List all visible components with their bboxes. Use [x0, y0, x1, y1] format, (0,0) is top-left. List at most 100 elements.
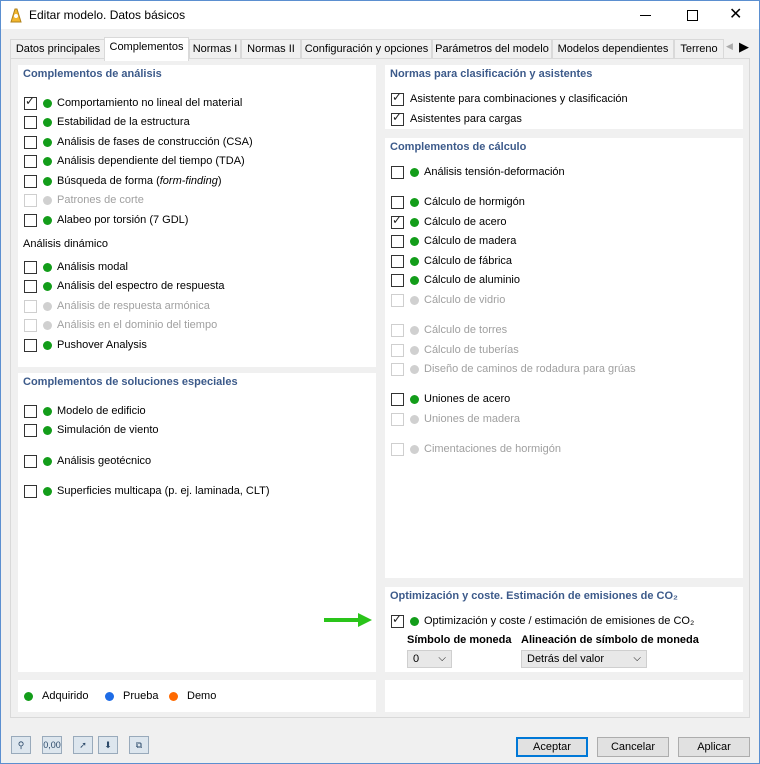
checkbox[interactable]: ✓: [391, 213, 404, 229]
checkbox[interactable]: ✓: [24, 94, 37, 110]
optimization-checkbox[interactable]: ✓: [391, 612, 404, 628]
checkbox-label: Uniones de acero: [424, 393, 511, 405]
status-dot-icon: [410, 345, 419, 355]
checkbox-row[interactable]: ✓ Asistente para combinaciones y clasific…: [391, 90, 628, 107]
checkbox-row: Análisis de respuesta armónica: [24, 298, 210, 314]
checkbox[interactable]: [391, 195, 404, 209]
checkbox[interactable]: [391, 254, 404, 268]
dialog-window: Editar modelo. Datos básicos ✕ Datos pri…: [0, 0, 760, 764]
tab-modelos-dependientes[interactable]: Modelos dependientes: [552, 39, 674, 59]
import-icon[interactable]: ⬇: [98, 736, 118, 754]
checkbox[interactable]: [24, 454, 37, 468]
checkbox-row[interactable]: Análisis del espectro de respuesta: [24, 278, 225, 294]
checkbox: [391, 293, 404, 307]
tab-label: Parámetros del modelo: [435, 43, 549, 55]
tab-parametros[interactable]: Parámetros del modelo: [432, 39, 552, 59]
checkbox[interactable]: [24, 260, 37, 274]
tab-scroll-left-icon[interactable]: ◀: [726, 41, 733, 52]
checkbox[interactable]: ✓: [391, 90, 404, 106]
checkbox-row: Patrones de corte: [24, 192, 144, 208]
checkbox[interactable]: [24, 484, 37, 498]
checkbox-row[interactable]: Análisis dependiente del tiempo (TDA): [24, 153, 245, 169]
tab-configuracion[interactable]: Configuración y opciones: [301, 39, 432, 59]
tab-terreno[interactable]: Terreno: [674, 39, 724, 59]
checkbox-row[interactable]: Pushover Analysis: [24, 337, 147, 353]
checkbox[interactable]: [24, 135, 37, 149]
status-dot-icon: [43, 195, 52, 205]
checkbox-label: Pushover Analysis: [57, 339, 147, 351]
tab-datos-principales[interactable]: Datos principales: [10, 39, 106, 59]
checkbox-row[interactable]: Análisis tensión-deformación: [391, 164, 565, 180]
label-part: form-finding: [159, 175, 218, 187]
currency-alignment-select[interactable]: Detrás del valor ⌵: [521, 650, 647, 668]
checkbox-label: Modelo de edificio: [57, 405, 146, 417]
checkbox[interactable]: [24, 338, 37, 352]
tab-complementos[interactable]: Complementos: [104, 37, 189, 61]
tab-normas-i[interactable]: Normas I: [189, 39, 241, 59]
checkbox-row[interactable]: Simulación de viento: [24, 422, 159, 438]
checkbox[interactable]: [391, 273, 404, 287]
apply-button[interactable]: Aplicar: [678, 737, 750, 757]
checkbox[interactable]: [24, 115, 37, 129]
checkbox[interactable]: [391, 234, 404, 248]
decimal-format-icon[interactable]: 0,00: [42, 736, 62, 754]
checkbox[interactable]: [391, 392, 404, 406]
accept-button[interactable]: Aceptar: [516, 737, 588, 757]
title-bar: Editar modelo. Datos básicos ✕: [1, 1, 759, 29]
checkbox-label: Cálculo de aluminio: [424, 274, 520, 286]
checkbox-row[interactable]: Estabilidad de la estructura: [24, 114, 190, 130]
checkbox-label: Cálculo de acero: [424, 216, 507, 228]
checkbox[interactable]: [24, 154, 37, 168]
minimize-icon: [640, 15, 651, 16]
checkbox-row[interactable]: Análisis geotécnico: [24, 453, 151, 469]
checkbox-row[interactable]: Uniones de acero: [391, 391, 510, 407]
checkbox[interactable]: ✓: [391, 110, 404, 126]
checkbox-label: Cálculo de fábrica: [424, 255, 513, 267]
checkbox-row[interactable]: ✓ Cálculo de acero: [391, 213, 507, 230]
checkbox-row[interactable]: Cálculo de hormigón: [391, 194, 525, 210]
checkbox-row[interactable]: Búsqueda de forma (form-finding): [24, 173, 221, 189]
optimization-checkbox-row[interactable]: ✓ Optimización y coste / estimación de e…: [391, 612, 694, 629]
status-dot-icon: [43, 137, 52, 147]
checkbox-row[interactable]: Superficies multicapa (p. ej. laminada, …: [24, 483, 270, 499]
tab-scroll-right-icon[interactable]: ▶: [739, 39, 749, 55]
checkbox-label: Análisis tensión-deformación: [424, 166, 565, 178]
checkbox-row[interactable]: Cálculo de madera: [391, 233, 516, 249]
checkbox[interactable]: [24, 423, 37, 437]
checkbox[interactable]: [24, 213, 37, 227]
checkbox[interactable]: [24, 404, 37, 418]
tab-label: Datos principales: [15, 43, 101, 55]
status-dot-icon: [410, 325, 419, 335]
checkbox: [24, 193, 37, 207]
checkbox-row[interactable]: Análisis de fases de construcción (CSA): [24, 134, 253, 150]
checkbox-row[interactable]: Cálculo de fábrica: [391, 253, 512, 269]
checkbox-row[interactable]: Alabeo por torsión (7 GDL): [24, 212, 188, 228]
status-dot-icon: [43, 281, 52, 291]
checkbox-row[interactable]: ✓ Comportamiento no lineal del material: [24, 94, 242, 111]
cancel-button[interactable]: Cancelar: [597, 737, 669, 757]
tab-label: Configuración y opciones: [304, 43, 429, 55]
select-value: Detrás del valor: [527, 653, 605, 665]
norms-assistants-panel: Normas para clasificación y asistentes ✓…: [385, 65, 743, 129]
search-icon[interactable]: ⚲: [11, 736, 31, 754]
currency-symbol-select[interactable]: 0 ⌵: [407, 650, 452, 668]
special-solutions-panel: Complementos de soluciones especiales Mo…: [18, 373, 376, 672]
model-info-icon[interactable]: ➚: [73, 736, 93, 754]
checkbox[interactable]: [24, 174, 37, 188]
status-dot-icon: [43, 98, 52, 108]
checkbox: [391, 362, 404, 376]
checkbox-label: Análisis geotécnico: [57, 455, 152, 467]
checkbox-row[interactable]: Modelo de edificio: [24, 403, 146, 419]
checkbox-row[interactable]: Cálculo de aluminio: [391, 272, 520, 288]
minimize-button[interactable]: [623, 1, 669, 29]
close-icon: ✕: [729, 6, 743, 23]
checkbox-row[interactable]: ✓ Asistentes para cargas: [391, 110, 522, 127]
checkbox-row[interactable]: Análisis modal: [24, 259, 128, 275]
tab-normas-ii[interactable]: Normas II: [241, 39, 301, 59]
status-dot-icon: [410, 217, 419, 227]
checkbox[interactable]: [24, 279, 37, 293]
checkbox[interactable]: [391, 165, 404, 179]
close-button[interactable]: ✕: [713, 1, 759, 29]
copy-icon[interactable]: ⧉: [129, 736, 149, 754]
maximize-button[interactable]: [669, 1, 715, 29]
